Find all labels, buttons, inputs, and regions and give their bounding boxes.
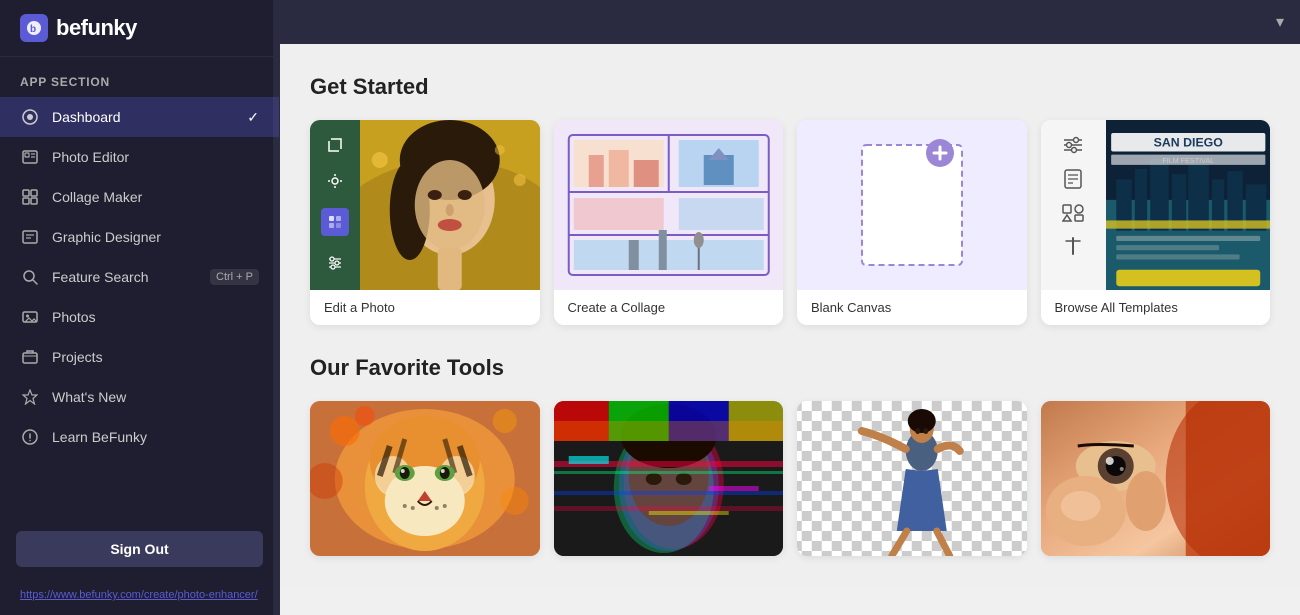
bg-remover-card-image xyxy=(797,401,1027,556)
sidebar-item-graphic-designer-label: Graphic Designer xyxy=(52,229,161,245)
main-content-area: ▾ Get Started xyxy=(280,0,1300,615)
main-scroll-content: Get Started xyxy=(280,44,1300,586)
sidebar-item-photo-editor-label: Photo Editor xyxy=(52,149,129,165)
templates-icon-panel xyxy=(1041,120,1106,290)
favorite-tools-cards xyxy=(310,401,1270,556)
app-section-label: App Section xyxy=(0,57,279,97)
crop-icon xyxy=(326,136,344,154)
collage-card-image xyxy=(554,120,784,290)
header-chevron-icon[interactable]: ▾ xyxy=(1276,12,1284,32)
template-shapes-icon xyxy=(1062,204,1084,222)
photo-editor-icon xyxy=(20,147,40,167)
bg-remover-card[interactable] xyxy=(797,401,1027,556)
blank-canvas-label: Blank Canvas xyxy=(797,290,1027,325)
sidebar-item-dashboard[interactable]: Dashboard ✓ xyxy=(0,97,279,137)
sidebar-item-feature-search-label: Feature Search xyxy=(52,269,149,285)
sidebar-item-dashboard-label: Dashboard xyxy=(52,109,121,125)
logo-area: b befunky xyxy=(0,0,279,57)
create-collage-label: Create a Collage xyxy=(554,290,784,325)
sidebar-item-photos[interactable]: Photos xyxy=(0,297,279,337)
logo-text: befunky xyxy=(56,15,137,41)
get-started-title: Get Started xyxy=(310,74,1270,100)
dashboard-check-icon: ✓ xyxy=(247,109,259,126)
sidebar-item-learn-label: Learn BeFunky xyxy=(52,429,147,445)
sidebar-item-whats-new-label: What's New xyxy=(52,389,126,405)
glitch-card-image xyxy=(554,401,784,556)
search-icon xyxy=(20,267,40,287)
edit-photo-card[interactable]: Edit a Photo xyxy=(310,120,540,325)
get-started-cards: Edit a Photo xyxy=(310,120,1270,325)
template-text-icon xyxy=(1064,236,1082,256)
sidebar-item-photo-editor[interactable]: Photo Editor xyxy=(0,137,279,177)
template-poster-preview: SAN DIEGO FILM FESTIVAL xyxy=(1106,120,1271,290)
edit-photo-card-image xyxy=(310,120,540,290)
sidebar-item-collage-maker-label: Collage Maker xyxy=(52,189,142,205)
blank-canvas-card[interactable]: Blank Canvas xyxy=(797,120,1027,325)
svg-text:SAN DIEGO: SAN DIEGO xyxy=(1153,135,1223,149)
edit-photo-label: Edit a Photo xyxy=(310,290,540,325)
photos-icon xyxy=(20,307,40,327)
favorite-tools-title: Our Favorite Tools xyxy=(310,355,1270,381)
svg-text:b: b xyxy=(30,24,36,35)
brightness-icon xyxy=(326,172,344,190)
logo-icon: b xyxy=(20,14,48,42)
tiger-card-image xyxy=(310,401,540,556)
sidebar-item-whats-new[interactable]: What's New xyxy=(0,377,279,417)
dashboard-icon xyxy=(20,107,40,127)
face-retouch-card[interactable] xyxy=(1041,401,1271,556)
blank-canvas-image xyxy=(797,120,1027,290)
whats-new-icon xyxy=(20,387,40,407)
template-doc-icon xyxy=(1063,168,1083,190)
template-sliders-icon xyxy=(1062,136,1084,154)
collage-maker-icon xyxy=(20,187,40,207)
photo-right-panel xyxy=(360,120,540,290)
art-effects-card[interactable] xyxy=(310,401,540,556)
photo-tools-panel xyxy=(310,120,360,290)
projects-icon xyxy=(20,347,40,367)
face-retouch-card-image xyxy=(1041,401,1271,556)
feature-search-shortcut: Ctrl + P xyxy=(210,269,259,285)
bottom-link[interactable]: https://www.befunky.com/create/photo-enh… xyxy=(0,583,279,607)
sidebar-item-collage-maker[interactable]: Collage Maker xyxy=(0,177,279,217)
sidebar-item-photos-label: Photos xyxy=(52,309,96,325)
main-header: ▾ xyxy=(280,0,1300,44)
create-collage-card[interactable]: Create a Collage xyxy=(554,120,784,325)
graphic-designer-icon xyxy=(20,227,40,247)
templates-card-image: SAN DIEGO FILM FESTIVAL xyxy=(1041,120,1271,290)
sign-out-button[interactable]: Sign Out xyxy=(16,531,263,567)
browse-templates-label: Browse All Templates xyxy=(1041,290,1271,325)
sidebar-item-projects[interactable]: Projects xyxy=(0,337,279,377)
browse-templates-card[interactable]: SAN DIEGO FILM FESTIVAL Browse All Templ… xyxy=(1041,120,1271,325)
learn-icon xyxy=(20,427,40,447)
magic-wand-icon xyxy=(321,208,349,236)
svg-text:FILM FESTIVAL: FILM FESTIVAL xyxy=(1162,156,1214,165)
glitch-card[interactable] xyxy=(554,401,784,556)
sidebar-item-learn[interactable]: Learn BeFunky xyxy=(0,417,279,457)
sidebar-item-projects-label: Projects xyxy=(52,349,103,365)
adjustments-icon xyxy=(326,254,344,272)
sidebar-item-graphic-designer[interactable]: Graphic Designer xyxy=(0,217,279,257)
sidebar: b befunky App Section Dashboard ✓ Photo … xyxy=(0,0,280,615)
sidebar-item-feature-search[interactable]: Feature Search Ctrl + P xyxy=(0,257,279,297)
